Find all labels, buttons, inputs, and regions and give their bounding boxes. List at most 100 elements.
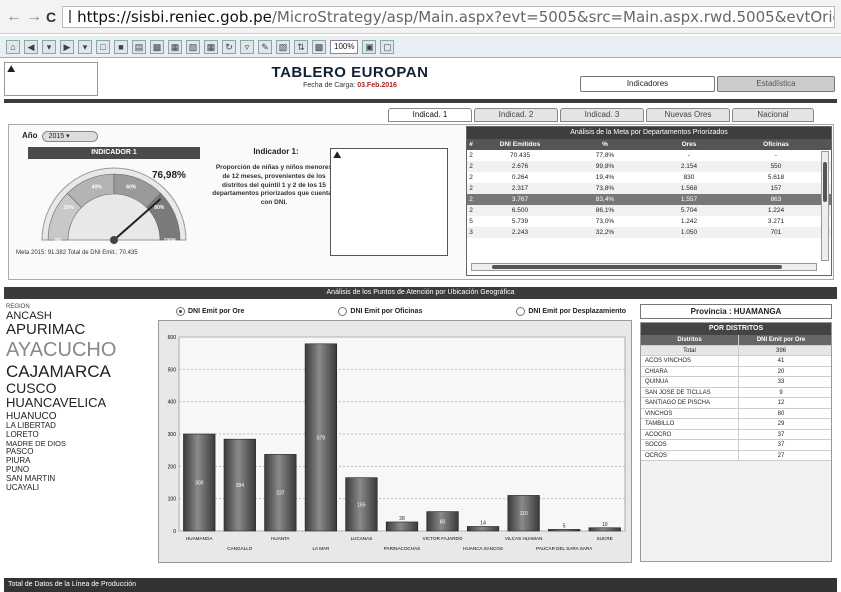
- dropdown-icon[interactable]: ▾: [42, 39, 56, 54]
- gauge-hub: [110, 236, 118, 244]
- region-item[interactable]: APURIMAC: [6, 322, 151, 339]
- district-name: SOCOS: [641, 440, 739, 450]
- pdf-icon[interactable]: ▦: [168, 39, 182, 54]
- table-row[interactable]: ACOS VINCHOS 41: [641, 356, 831, 367]
- region-item[interactable]: UCAYALI: [6, 483, 151, 493]
- sort-icon[interactable]: ⇅: [294, 39, 308, 54]
- radio-dni-oficinas[interactable]: DNI Emit por Oficinas: [338, 307, 422, 316]
- bar[interactable]: [588, 527, 621, 532]
- radio-dot[interactable]: [338, 307, 348, 316]
- region-item[interactable]: AYACUCHO: [6, 339, 151, 361]
- layout-icon[interactable]: ▩: [312, 39, 326, 54]
- region-item[interactable]: HUANCAVELICA: [6, 396, 151, 411]
- col-oficinas[interactable]: Oficinas: [733, 139, 819, 150]
- tab-nacional[interactable]: Nacional: [732, 108, 814, 122]
- table-cell: 0.264: [511, 174, 529, 181]
- col-ores[interactable]: Ores: [645, 139, 733, 150]
- metric-radio-group: DNI Emit por Ore DNI Emit por Oficinas D…: [176, 307, 626, 316]
- forward-icon[interactable]: →: [26, 8, 42, 26]
- forward-nav-icon[interactable]: ▶: [60, 39, 74, 54]
- table-row[interactable]: SANTIAGO DE PISCHA 12: [641, 398, 831, 409]
- year-select[interactable]: 2015 ▾: [41, 131, 98, 142]
- dropdown-icon[interactable]: ▾: [78, 39, 92, 54]
- print-icon[interactable]: ▩: [150, 39, 164, 54]
- reload-icon[interactable]: C: [46, 9, 56, 25]
- table-row[interactable]: QUINUA 33: [641, 377, 831, 388]
- edit-icon[interactable]: ✎: [258, 39, 272, 54]
- estadistica-button[interactable]: Estadística: [717, 76, 835, 92]
- scroll-thumb[interactable]: [823, 162, 827, 202]
- analysis-title: Análisis de los Puntos de Atención por U…: [4, 287, 837, 299]
- bar[interactable]: [548, 529, 581, 532]
- bar-value-label: 237: [276, 491, 285, 497]
- district-name: ACOCRO: [641, 429, 739, 439]
- back-nav-icon[interactable]: ◀: [24, 39, 38, 54]
- table-row[interactable]: 2 3.767 83,4% 1.557 863: [467, 194, 831, 205]
- table-row[interactable]: 3 2.243 32,2% 1.050 701: [467, 227, 831, 238]
- filter-icon[interactable]: ▿: [240, 39, 254, 54]
- zoom-select[interactable]: 100%: [330, 39, 359, 54]
- radio-label: DNI Emit por Oficinas: [350, 308, 423, 315]
- fit-icon[interactable]: ▣: [362, 39, 377, 54]
- export-icon[interactable]: ▤: [132, 39, 146, 54]
- table-cell: 5: [469, 218, 473, 225]
- table-row[interactable]: 2 70.435 77,8% - -: [467, 150, 831, 161]
- chart-icon[interactable]: ▧: [276, 39, 290, 54]
- table-row[interactable]: 5 5.739 73,0% 1.242 3.271: [467, 216, 831, 227]
- radio-dot[interactable]: [176, 307, 185, 316]
- tab-indicad-2[interactable]: Indicad. 2: [474, 108, 558, 122]
- excel-icon[interactable]: ▧: [186, 39, 200, 54]
- table-row[interactable]: 2 6.500 86,1% 5.704 1.224: [467, 205, 831, 216]
- table-cell: -: [774, 152, 778, 159]
- table-row[interactable]: TAMBILLO 29: [641, 419, 831, 430]
- table-cell: 550: [770, 163, 782, 170]
- bar-value-label: 110: [520, 511, 528, 517]
- x-tick-label: PARINACOCHAS: [384, 546, 420, 551]
- x-tick-label: CANGALLO: [227, 546, 252, 551]
- gauge-tick-label: 0%: [54, 238, 62, 244]
- bar-value-label: 28: [399, 516, 405, 522]
- folder-icon[interactable]: □: [96, 39, 110, 54]
- radio-dot[interactable]: [516, 307, 526, 316]
- footer-bar: Total de Datos de la Línea de Producción: [4, 578, 837, 592]
- back-icon[interactable]: ←: [6, 8, 22, 26]
- district-name: Total: [641, 345, 739, 355]
- radio-dni-desplazamiento[interactable]: DNI Emit por Desplazamiento: [516, 307, 626, 316]
- home-icon[interactable]: ⌂: [6, 39, 20, 54]
- horizontal-scrollbar[interactable]: [471, 263, 817, 271]
- tab-nuevas-ores[interactable]: Nuevas Ores: [646, 108, 730, 122]
- table-row[interactable]: Total 396: [641, 345, 831, 356]
- bar-value-label: 165: [357, 502, 366, 508]
- col-dni-emit[interactable]: DNI Emit por Ore: [739, 335, 823, 345]
- meta-table-header: # DNI Emitidos % Ores Oficinas: [467, 139, 831, 150]
- region-item[interactable]: CAJAMARCA: [6, 362, 151, 381]
- bar[interactable]: [466, 526, 500, 532]
- table-row[interactable]: VINCHOS 80: [641, 408, 831, 419]
- fullscreen-icon[interactable]: ▢: [380, 39, 395, 54]
- tab-indicad-1[interactable]: Indicad. 1: [388, 108, 472, 122]
- url-input[interactable]: https://sisbi.reniec.gob.pe/MicroStrateg…: [62, 5, 835, 28]
- radio-dni-ore[interactable]: DNI Emit por Ore: [176, 307, 244, 316]
- col-dni-emitidos[interactable]: DNI Emitidos: [475, 139, 565, 150]
- vertical-scrollbar[interactable]: [821, 151, 829, 261]
- district-value: 396: [775, 347, 786, 354]
- grid-icon[interactable]: ▦: [204, 39, 218, 54]
- save-icon[interactable]: ■: [114, 39, 128, 54]
- col-distritos[interactable]: Distritos: [641, 335, 739, 345]
- bar[interactable]: [385, 521, 419, 532]
- table-row[interactable]: ACOCRO 37: [641, 429, 831, 440]
- table-row[interactable]: CHIARA 20: [641, 366, 831, 377]
- table-row[interactable]: 2 0.264 19,4% 830 5.618: [467, 172, 831, 183]
- table-row[interactable]: SOCOS 37: [641, 440, 831, 451]
- table-row[interactable]: SAN JOSE DE TICLLAS 9: [641, 387, 831, 398]
- table-row[interactable]: 2 2.676 99,8% 2.154 550: [467, 161, 831, 172]
- refresh-icon[interactable]: ↻: [222, 39, 236, 54]
- scroll-thumb[interactable]: [492, 265, 782, 269]
- col-percent[interactable]: %: [565, 139, 645, 150]
- region-item[interactable]: CUSCO: [6, 380, 151, 397]
- x-tick-label: LUCANAS: [351, 536, 373, 541]
- tab-indicad-3[interactable]: Indicad. 3: [560, 108, 644, 122]
- table-row[interactable]: 2 2.317 73,8% 1.568 157: [467, 183, 831, 194]
- indicadores-button[interactable]: Indicadores: [580, 76, 715, 92]
- table-row[interactable]: OCROS 27: [641, 450, 831, 461]
